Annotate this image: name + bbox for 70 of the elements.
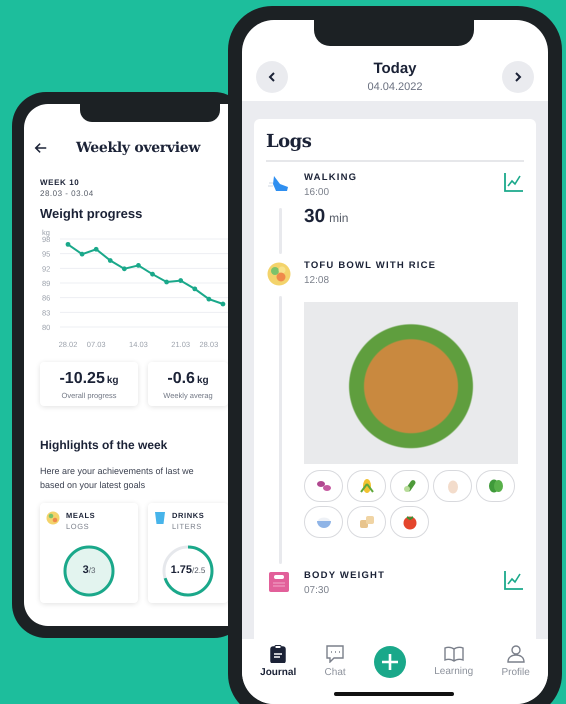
log-value: 30 bbox=[304, 206, 326, 226]
stat-value: -0.6 bbox=[167, 370, 195, 387]
book-icon bbox=[444, 646, 464, 662]
stat-unit: kg bbox=[196, 375, 209, 386]
ingredient-chip[interactable] bbox=[390, 506, 429, 538]
clipboard-icon bbox=[270, 645, 286, 663]
leaf-icon bbox=[488, 478, 504, 494]
next-day-button[interactable] bbox=[502, 60, 534, 92]
ingredient-chip[interactable] bbox=[347, 470, 386, 502]
chart-title: Weight progress bbox=[40, 206, 144, 221]
plate-icon bbox=[46, 510, 60, 525]
chat-bubble-icon bbox=[326, 645, 344, 663]
data-point bbox=[94, 246, 99, 252]
data-point bbox=[122, 266, 127, 272]
log-title: WALKING bbox=[304, 172, 358, 182]
nav-tab[interactable]: Journal bbox=[260, 645, 296, 678]
data-point bbox=[206, 296, 212, 302]
rice-bowl-icon bbox=[316, 514, 332, 528]
chevron-left-icon bbox=[268, 72, 276, 82]
sneaker-icon bbox=[268, 174, 290, 194]
ingredient-chip[interactable] bbox=[304, 506, 343, 538]
log-title: BODY WEIGHT bbox=[304, 570, 386, 580]
ingredient-chip[interactable] bbox=[390, 470, 429, 502]
log-time: 12:08 bbox=[304, 274, 330, 286]
data-point bbox=[220, 302, 226, 306]
ingredient-chip[interactable] bbox=[476, 470, 515, 502]
line-chart-icon[interactable] bbox=[504, 570, 524, 590]
data-point bbox=[178, 278, 184, 283]
section-description: Here are your achievements of last we based on your latest goals bbox=[40, 465, 195, 492]
tomato-icon bbox=[402, 514, 418, 530]
corn-icon bbox=[360, 478, 374, 494]
ingredient-chip[interactable] bbox=[304, 470, 343, 502]
data-point bbox=[80, 252, 84, 257]
cucumber-icon bbox=[402, 478, 418, 494]
week-range: 28.03 - 03.04 bbox=[40, 189, 95, 198]
plus-icon bbox=[380, 652, 399, 670]
nav-tab[interactable]: Profile bbox=[501, 645, 530, 678]
back-arrow-icon[interactable] bbox=[34, 141, 48, 155]
data-point bbox=[108, 258, 113, 263]
chevron-right-icon bbox=[514, 72, 522, 82]
card-title: Logs bbox=[266, 131, 312, 152]
data-point bbox=[164, 280, 169, 284]
stat-value: -10.25 bbox=[59, 370, 105, 387]
week-label: WEEK 10 bbox=[40, 178, 80, 187]
glass-icon bbox=[154, 510, 166, 525]
tofu-cubes-icon bbox=[358, 514, 374, 530]
beans-icon bbox=[316, 478, 332, 492]
plate-icon bbox=[267, 262, 291, 286]
date-label: 04.04.2022 bbox=[367, 81, 423, 93]
nav-tab[interactable]: Chat bbox=[324, 645, 346, 678]
egg-icon bbox=[446, 478, 458, 494]
scale-icon bbox=[269, 572, 289, 592]
data-point bbox=[136, 263, 141, 268]
data-point bbox=[192, 286, 198, 292]
log-title: TOFU BOWL WITH RICE bbox=[304, 260, 436, 270]
log-unit: min bbox=[329, 210, 348, 224]
screen-title: Weekly overview bbox=[76, 140, 200, 156]
log-time: 16:00 bbox=[304, 186, 330, 198]
nav-tab[interactable]: Learning bbox=[434, 646, 474, 677]
person-icon bbox=[506, 645, 525, 663]
progress-value: 3/3 bbox=[82, 564, 96, 576]
line-chart-icon[interactable] bbox=[504, 172, 524, 192]
data-point bbox=[66, 242, 70, 247]
section-title: Highlights of the week bbox=[40, 438, 168, 452]
day-title: Today bbox=[372, 60, 418, 77]
previous-day-button[interactable] bbox=[256, 60, 288, 92]
log-time: 07:30 bbox=[304, 584, 330, 596]
data-point bbox=[150, 272, 155, 277]
add-button[interactable] bbox=[374, 646, 406, 678]
stat-unit: kg bbox=[106, 375, 119, 386]
